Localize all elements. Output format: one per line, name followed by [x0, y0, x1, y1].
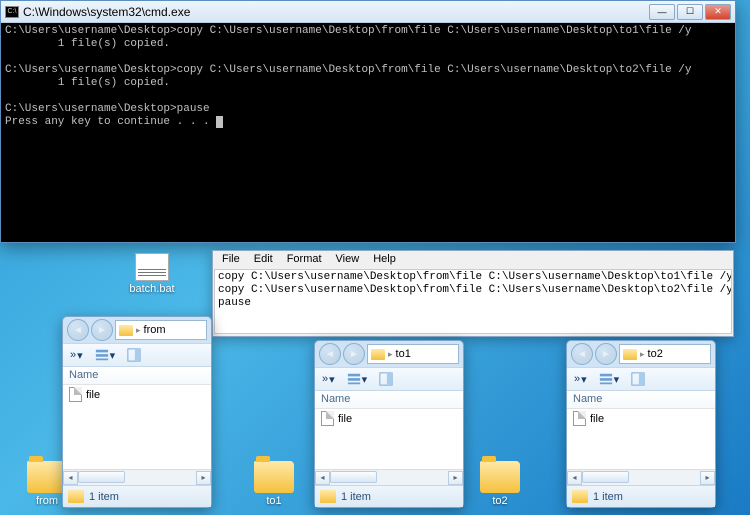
back-button[interactable]: ◄ [571, 343, 593, 365]
folder-icon [68, 490, 84, 503]
icon-label: to2 [470, 495, 530, 507]
forward-button[interactable]: ► [595, 343, 617, 365]
chevron-right-icon: ▸ [136, 325, 141, 336]
status-text: 1 item [341, 491, 371, 503]
desktop-icon-to1[interactable]: to1 [244, 461, 304, 507]
cmd-title: C:\Windows\system32\cmd.exe [23, 5, 649, 19]
folder-icon [480, 461, 520, 493]
cmd-window: C:\ C:\Windows\system32\cmd.exe — ☐ ✕ C:… [0, 0, 736, 243]
notepad-window: File Edit Format View Help copy C:\Users… [212, 250, 734, 337]
explorer-nav: ◄ ► ▸ to2 [567, 341, 715, 367]
icon-label: to1 [244, 495, 304, 507]
status-bar: 1 item [63, 485, 211, 507]
menu-file[interactable]: File [215, 251, 247, 269]
scroll-thumb[interactable] [330, 471, 377, 483]
preview-button[interactable] [627, 370, 649, 388]
folder-icon [119, 325, 133, 336]
explorer-toolbar: »▾ ▾ [567, 367, 715, 391]
horizontal-scrollbar[interactable]: ◂ ▸ [567, 469, 715, 485]
explorer-to1: ◄ ► ▸ to1 »▾ ▾ Name file ◂ ▸ 1 item [314, 340, 464, 508]
back-button[interactable]: ◄ [67, 319, 89, 341]
menu-edit[interactable]: Edit [247, 251, 280, 269]
scroll-left-button[interactable]: ◂ [567, 471, 582, 485]
folder-icon [623, 349, 637, 360]
list-item[interactable]: file [63, 385, 211, 404]
bat-file-icon [135, 253, 169, 281]
scroll-left-button[interactable]: ◂ [63, 471, 78, 485]
status-bar: 1 item [315, 485, 463, 507]
explorer-from: ◄ ► ▸ from »▾ ▾ Name file ◂ ▸ 1 item [62, 316, 212, 508]
cmd-output[interactable]: C:\Users\username\Desktop>copy C:\Users\… [1, 23, 735, 242]
scroll-right-button[interactable]: ▸ [700, 471, 715, 485]
folder-icon [371, 349, 385, 360]
views-menu[interactable]: ▾ [595, 370, 624, 388]
back-button[interactable]: ◄ [319, 343, 341, 365]
explorer-nav: ◄ ► ▸ from [63, 317, 211, 343]
column-header-name[interactable]: Name [315, 391, 463, 409]
preview-button[interactable] [375, 370, 397, 388]
explorer-toolbar: »▾ ▾ [63, 343, 211, 367]
cmd-icon: C:\ [5, 6, 19, 18]
cmd-titlebar[interactable]: C:\ C:\Windows\system32\cmd.exe — ☐ ✕ [1, 1, 735, 23]
column-header-name[interactable]: Name [567, 391, 715, 409]
desktop-icon-to2[interactable]: to2 [470, 461, 530, 507]
scroll-left-button[interactable]: ◂ [315, 471, 330, 485]
desktop-icon-batch[interactable]: batch.bat [122, 253, 182, 295]
folder-icon [27, 461, 67, 493]
views-menu[interactable]: ▾ [343, 370, 372, 388]
menu-format[interactable]: Format [280, 251, 329, 269]
status-text: 1 item [89, 491, 119, 503]
folder-icon [572, 490, 588, 503]
folder-icon [320, 490, 336, 503]
scroll-thumb[interactable] [582, 471, 629, 483]
icon-label: batch.bat [122, 283, 182, 295]
file-icon [321, 411, 334, 426]
notepad-textarea[interactable]: copy C:\Users\username\Desktop\from\file… [214, 269, 732, 334]
explorer-to2: ◄ ► ▸ to2 »▾ ▾ Name file ◂ ▸ 1 item [566, 340, 716, 508]
scroll-right-button[interactable]: ▸ [196, 471, 211, 485]
forward-button[interactable]: ► [91, 319, 113, 341]
organize-menu[interactable]: »▾ [570, 371, 591, 388]
scroll-right-button[interactable]: ▸ [448, 471, 463, 485]
address-bar[interactable]: ▸ to1 [367, 344, 459, 364]
chevron-right-icon: ▸ [640, 349, 645, 360]
explorer-nav: ◄ ► ▸ to1 [315, 341, 463, 367]
file-list: Name file [567, 391, 715, 469]
horizontal-scrollbar[interactable]: ◂ ▸ [63, 469, 211, 485]
address-text: to2 [648, 348, 663, 360]
chevron-right-icon: ▸ [388, 349, 393, 360]
list-item[interactable]: file [315, 409, 463, 428]
status-text: 1 item [593, 491, 623, 503]
organize-menu[interactable]: »▾ [318, 371, 339, 388]
file-name: file [338, 413, 352, 425]
address-bar[interactable]: ▸ to2 [619, 344, 711, 364]
list-item[interactable]: file [567, 409, 715, 428]
explorer-toolbar: »▾ ▾ [315, 367, 463, 391]
notepad-menubar: File Edit Format View Help [213, 251, 733, 269]
file-icon [573, 411, 586, 426]
file-list: Name file [63, 367, 211, 469]
address-text: from [144, 324, 166, 336]
folder-icon [254, 461, 294, 493]
address-text: to1 [396, 348, 411, 360]
menu-view[interactable]: View [329, 251, 367, 269]
address-bar[interactable]: ▸ from [115, 320, 207, 340]
scroll-thumb[interactable] [78, 471, 125, 483]
maximize-button[interactable]: ☐ [677, 4, 703, 20]
menu-help[interactable]: Help [366, 251, 403, 269]
file-name: file [590, 413, 604, 425]
file-icon [69, 387, 82, 402]
horizontal-scrollbar[interactable]: ◂ ▸ [315, 469, 463, 485]
forward-button[interactable]: ► [343, 343, 365, 365]
file-list: Name file [315, 391, 463, 469]
organize-menu[interactable]: »▾ [66, 347, 87, 364]
column-header-name[interactable]: Name [63, 367, 211, 385]
minimize-button[interactable]: — [649, 4, 675, 20]
close-button[interactable]: ✕ [705, 4, 731, 20]
views-menu[interactable]: ▾ [91, 346, 120, 364]
preview-button[interactable] [123, 346, 145, 364]
status-bar: 1 item [567, 485, 715, 507]
file-name: file [86, 389, 100, 401]
